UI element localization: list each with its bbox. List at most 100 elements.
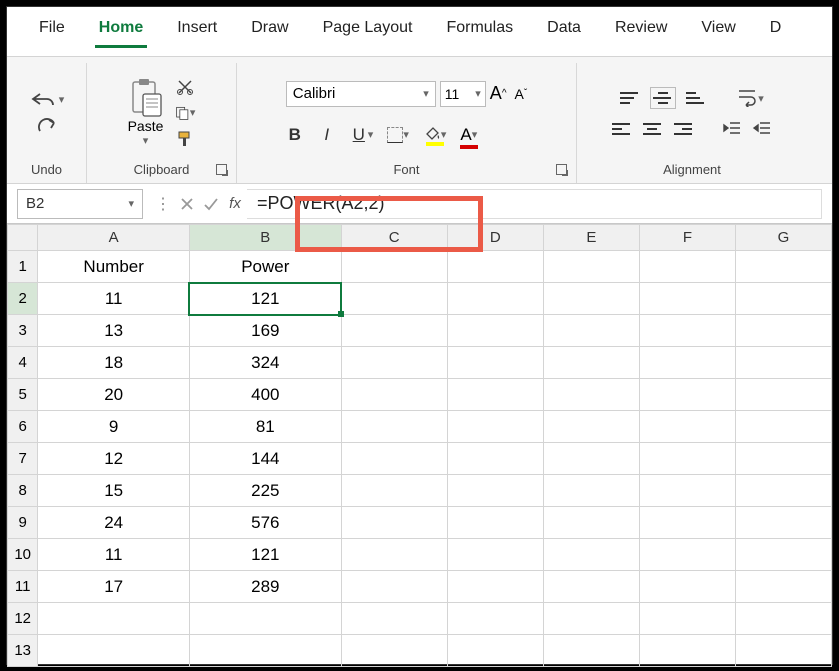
decrease-font-button[interactable]: Aˇ bbox=[515, 83, 528, 104]
cell[interactable] bbox=[543, 379, 639, 411]
cell[interactable] bbox=[447, 443, 543, 475]
cell[interactable] bbox=[447, 475, 543, 507]
cell[interactable] bbox=[341, 411, 447, 443]
cell[interactable] bbox=[447, 251, 543, 283]
paste-button[interactable]: Paste ▾ bbox=[128, 78, 164, 147]
cell[interactable] bbox=[341, 315, 447, 347]
cell[interactable] bbox=[639, 379, 735, 411]
col-header-C[interactable]: C bbox=[341, 225, 447, 251]
cell[interactable]: 144 bbox=[189, 443, 341, 475]
cell[interactable] bbox=[447, 283, 543, 315]
cell[interactable]: 20 bbox=[38, 379, 190, 411]
cell[interactable] bbox=[639, 571, 735, 603]
font-color-button[interactable]: A ▾ bbox=[460, 125, 477, 145]
menu-dots-button[interactable]: ⋮ bbox=[151, 192, 175, 216]
cell[interactable] bbox=[735, 443, 831, 475]
cell[interactable]: 576 bbox=[189, 507, 341, 539]
cell[interactable] bbox=[735, 315, 831, 347]
cell[interactable]: 12 bbox=[38, 443, 190, 475]
tab-data[interactable]: Data bbox=[543, 15, 585, 48]
cell[interactable] bbox=[543, 635, 639, 667]
cell[interactable] bbox=[447, 315, 543, 347]
col-header-B[interactable]: B bbox=[189, 225, 341, 251]
cell[interactable]: 81 bbox=[189, 411, 341, 443]
cell[interactable] bbox=[38, 635, 190, 667]
cell[interactable] bbox=[341, 251, 447, 283]
cell[interactable] bbox=[543, 603, 639, 635]
cell[interactable]: 15 bbox=[38, 475, 190, 507]
increase-indent-button[interactable] bbox=[752, 120, 772, 139]
tab-insert[interactable]: Insert bbox=[173, 15, 221, 48]
cell[interactable] bbox=[639, 347, 735, 379]
row-header[interactable]: 2 bbox=[8, 283, 38, 315]
tab-draw[interactable]: Draw bbox=[247, 15, 292, 48]
cell[interactable]: 13 bbox=[38, 315, 190, 347]
cell[interactable] bbox=[447, 635, 543, 667]
fill-color-button[interactable]: ▾ bbox=[423, 125, 447, 144]
increase-font-button[interactable]: A^ bbox=[490, 83, 507, 104]
cell[interactable] bbox=[341, 539, 447, 571]
row-header[interactable]: 1 bbox=[8, 251, 38, 283]
cell[interactable] bbox=[639, 475, 735, 507]
name-box[interactable]: B2 ▾ bbox=[17, 189, 143, 219]
underline-button[interactable]: U▾ bbox=[350, 125, 374, 145]
row-header[interactable]: 4 bbox=[8, 347, 38, 379]
row-header[interactable]: 3 bbox=[8, 315, 38, 347]
cell[interactable] bbox=[341, 443, 447, 475]
cell[interactable] bbox=[341, 507, 447, 539]
cell[interactable] bbox=[639, 507, 735, 539]
cell[interactable] bbox=[341, 635, 447, 667]
copy-button[interactable]: ▾ bbox=[175, 104, 195, 122]
tab-page-layout[interactable]: Page Layout bbox=[319, 15, 417, 48]
cell[interactable] bbox=[639, 315, 735, 347]
row-header[interactable]: 6 bbox=[8, 411, 38, 443]
row-header[interactable]: 7 bbox=[8, 443, 38, 475]
cell[interactable] bbox=[543, 539, 639, 571]
row-header[interactable]: 13 bbox=[8, 635, 38, 667]
tab-review[interactable]: Review bbox=[611, 15, 671, 48]
cell[interactable]: 400 bbox=[189, 379, 341, 411]
cell[interactable]: 324 bbox=[189, 347, 341, 379]
align-middle-button[interactable] bbox=[650, 87, 676, 109]
cell[interactable]: 9 bbox=[38, 411, 190, 443]
select-all-corner[interactable] bbox=[8, 225, 38, 251]
cell[interactable] bbox=[543, 475, 639, 507]
tab-formulas[interactable]: Formulas bbox=[442, 15, 517, 48]
cell[interactable] bbox=[735, 635, 831, 667]
row-header[interactable]: 9 bbox=[8, 507, 38, 539]
cell[interactable] bbox=[38, 603, 190, 635]
cell[interactable] bbox=[639, 443, 735, 475]
cell[interactable]: 169 bbox=[189, 315, 341, 347]
undo-button[interactable]: ▾ bbox=[29, 90, 65, 110]
cell[interactable] bbox=[735, 571, 831, 603]
cell[interactable] bbox=[341, 379, 447, 411]
cancel-formula-button[interactable] bbox=[175, 192, 199, 216]
align-top-button[interactable] bbox=[620, 90, 640, 106]
cell[interactable] bbox=[735, 603, 831, 635]
cell[interactable] bbox=[639, 539, 735, 571]
cell[interactable] bbox=[639, 251, 735, 283]
tab-extra[interactable]: D bbox=[766, 15, 786, 48]
cell[interactable] bbox=[735, 539, 831, 571]
cell[interactable]: 11 bbox=[38, 539, 190, 571]
cell[interactable] bbox=[341, 283, 447, 315]
cell[interactable]: 121 bbox=[189, 283, 341, 315]
cell[interactable] bbox=[447, 539, 543, 571]
cell[interactable] bbox=[735, 475, 831, 507]
align-bottom-button[interactable] bbox=[686, 90, 706, 106]
cell[interactable] bbox=[447, 379, 543, 411]
col-header-E[interactable]: E bbox=[543, 225, 639, 251]
align-left-button[interactable] bbox=[612, 121, 632, 137]
cell[interactable]: 17 bbox=[38, 571, 190, 603]
align-center-button[interactable] bbox=[642, 121, 662, 137]
cell[interactable] bbox=[639, 411, 735, 443]
cell[interactable] bbox=[341, 347, 447, 379]
cell[interactable] bbox=[447, 571, 543, 603]
cell[interactable] bbox=[735, 283, 831, 315]
tab-view[interactable]: View bbox=[697, 15, 739, 48]
cell[interactable]: 24 bbox=[38, 507, 190, 539]
col-header-D[interactable]: D bbox=[447, 225, 543, 251]
font-size-select[interactable]: 11 ▾ bbox=[440, 81, 486, 107]
cell[interactable] bbox=[341, 603, 447, 635]
cell[interactable]: 289 bbox=[189, 571, 341, 603]
